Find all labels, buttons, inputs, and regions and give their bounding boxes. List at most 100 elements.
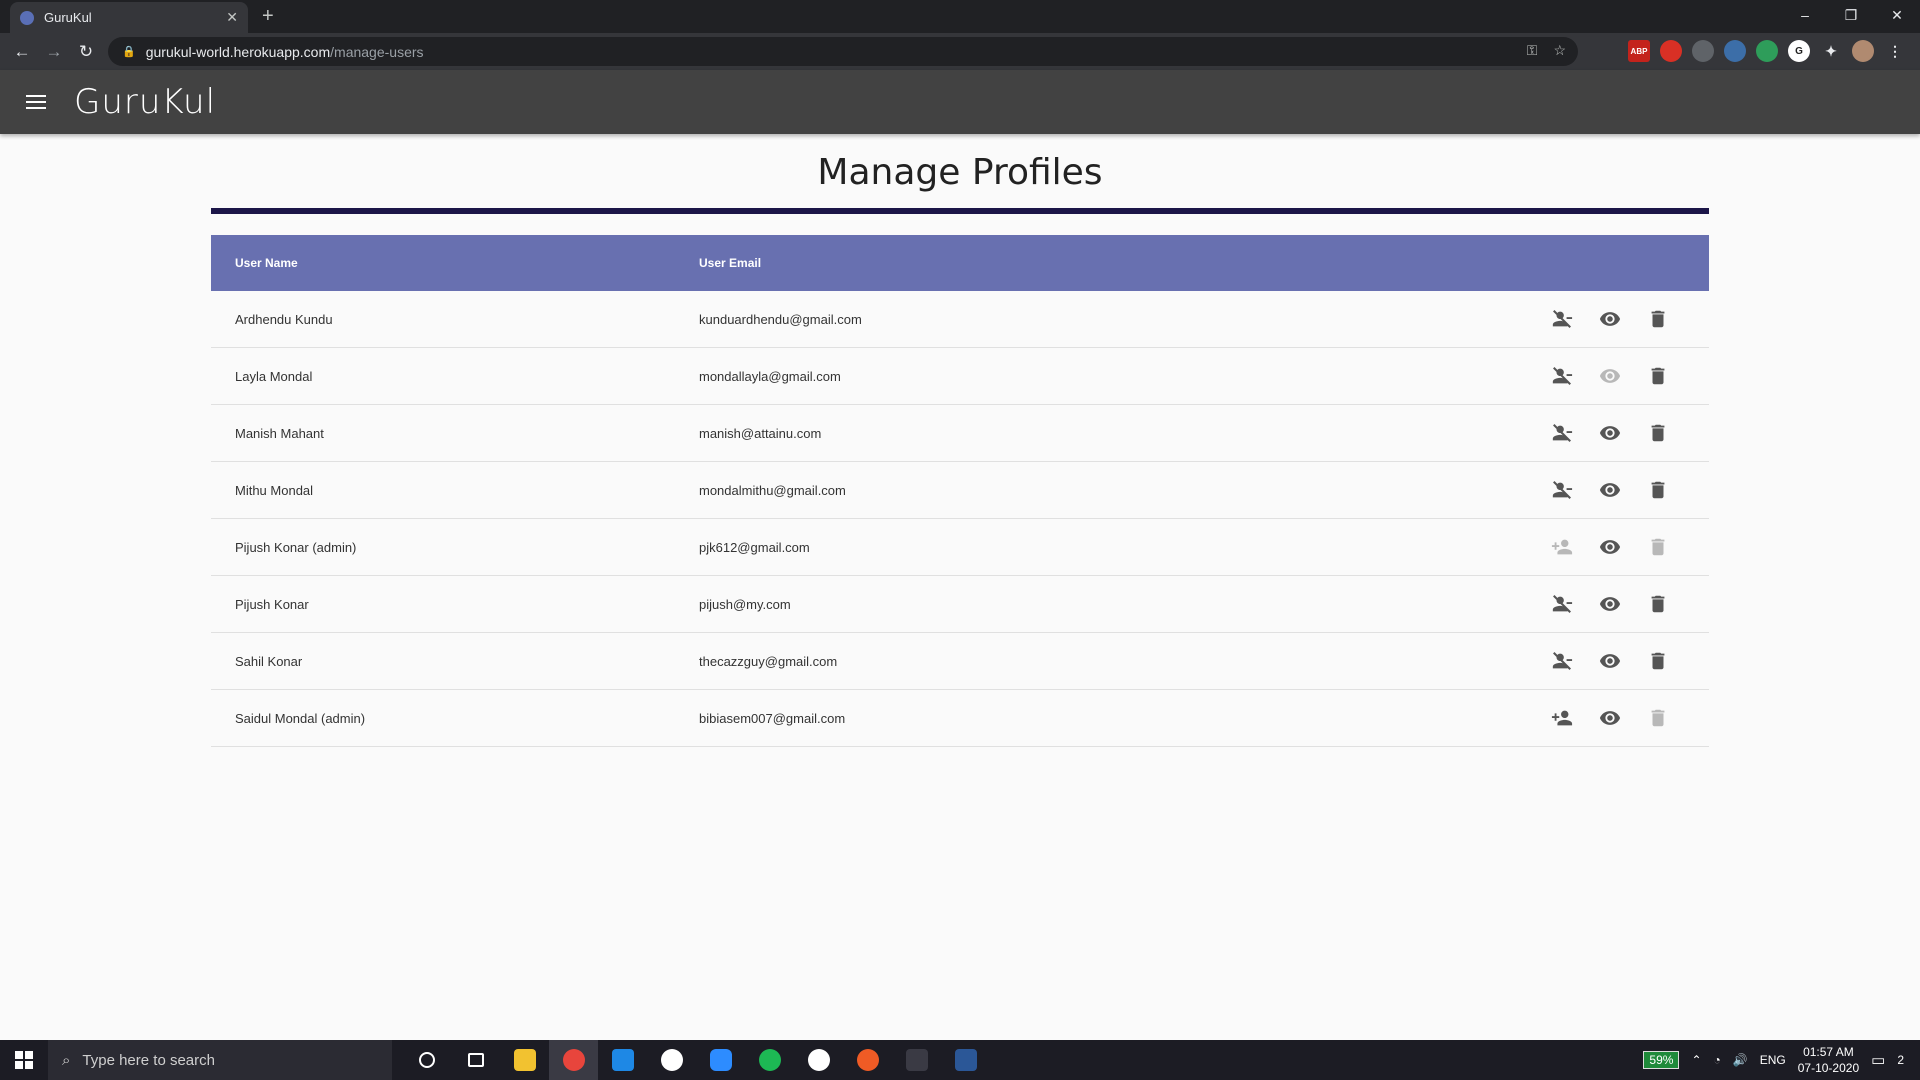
notification-center-icon[interactable]: ▭	[1871, 1051, 1885, 1069]
task-view-icon[interactable]	[451, 1040, 500, 1080]
clock-time: 01:57 AM	[1803, 1045, 1854, 1059]
header-user-email: User Email	[699, 256, 762, 270]
minimize-icon[interactable]: –	[1782, 0, 1828, 33]
user-email-cell: mondalmithu@gmail.com	[699, 482, 846, 498]
view-profile-icon[interactable]	[1599, 365, 1621, 387]
user-name-cell: Manish Mahant	[235, 425, 324, 441]
browser-tab[interactable]: GuruKul ✕	[10, 2, 248, 33]
user-email-cell: manish@attainu.com	[699, 425, 822, 441]
page-title: Manage Profiles	[817, 152, 1103, 193]
remove-admin-icon[interactable]	[1551, 593, 1573, 615]
new-tab-button[interactable]: +	[262, 5, 274, 28]
make-admin-icon[interactable]	[1551, 707, 1573, 729]
header-user-name: User Name	[235, 256, 298, 270]
row-actions	[1551, 707, 1709, 729]
address-bar[interactable]: 🔒 gurukul-world.herokuapp.com/manage-use…	[108, 37, 1578, 66]
user-email-cell: mondallayla@gmail.com	[699, 368, 841, 384]
window-close-icon[interactable]: ✕	[1874, 0, 1920, 33]
adblock-icon[interactable]: ABP	[1628, 40, 1650, 62]
browser-menu-icon[interactable]: ⋮	[1884, 40, 1906, 62]
extensions-puzzle-icon[interactable]: ✦	[1820, 40, 1842, 62]
tab-close-icon[interactable]: ✕	[226, 9, 238, 26]
view-profile-icon[interactable]	[1599, 308, 1621, 330]
user-email-cell: kunduardhendu@gmail.com	[699, 311, 862, 327]
clock-date: 07-10-2020	[1797, 1061, 1860, 1075]
delete-icon[interactable]	[1647, 422, 1669, 444]
brand-logo[interactable]: GuruKul	[74, 82, 216, 122]
bookmark-star-icon[interactable]: ☆	[1553, 42, 1566, 59]
chrome-icon[interactable]	[549, 1040, 598, 1080]
forward-icon[interactable]: →	[38, 42, 70, 62]
profile-avatar[interactable]	[1852, 40, 1874, 62]
view-profile-icon[interactable]	[1599, 593, 1621, 615]
delete-icon[interactable]	[1647, 650, 1669, 672]
app-header: GuruKul	[0, 70, 1920, 134]
extension-grey-icon[interactable]	[1692, 40, 1714, 62]
remove-admin-icon[interactable]	[1551, 365, 1573, 387]
prime-video-icon[interactable]	[892, 1040, 941, 1080]
view-profile-icon[interactable]	[1599, 479, 1621, 501]
view-profile-icon[interactable]	[1599, 707, 1621, 729]
row-actions	[1551, 365, 1709, 387]
row-actions	[1551, 422, 1709, 444]
cortana-icon[interactable]	[402, 1040, 451, 1080]
delete-icon[interactable]	[1647, 707, 1669, 729]
search-icon: ⌕	[62, 1051, 71, 1069]
clock[interactable]: 01:57 AM 07-10-2020	[1798, 1044, 1859, 1076]
react-devtools-icon[interactable]	[1724, 40, 1746, 62]
view-profile-icon[interactable]	[1599, 536, 1621, 558]
user-email-cell: bibiasem007@gmail.com	[699, 710, 846, 726]
tab-title: GuruKul	[44, 10, 92, 25]
user-email-cell: pjk612@gmail.com	[699, 539, 810, 555]
wifi-icon[interactable]: ◔	[1714, 1053, 1721, 1067]
word-icon[interactable]	[941, 1040, 990, 1080]
users-table: User Name User Email Ardhendu Kundu kundu…	[211, 235, 1709, 747]
volume-icon[interactable]: 🔊	[1733, 1053, 1748, 1067]
vscode-icon[interactable]	[598, 1040, 647, 1080]
delete-icon[interactable]	[1647, 365, 1669, 387]
delete-icon[interactable]	[1647, 593, 1669, 615]
spotify-icon[interactable]	[745, 1040, 794, 1080]
chevron-up-icon[interactable]: ⌃	[1691, 1053, 1701, 1067]
taskbar-search-box[interactable]: ⌕ Type here to search	[48, 1040, 392, 1080]
zoom-icon[interactable]	[696, 1040, 745, 1080]
user-name-cell: Layla Mondal	[235, 368, 313, 384]
remove-admin-icon[interactable]	[1551, 650, 1573, 672]
view-profile-icon[interactable]	[1599, 422, 1621, 444]
user-email-cell: pijush@my.com	[699, 596, 791, 612]
delete-icon[interactable]	[1647, 479, 1669, 501]
language-indicator[interactable]: ENG	[1760, 1053, 1786, 1067]
file-explorer-icon[interactable]	[500, 1040, 549, 1080]
delete-icon[interactable]	[1647, 308, 1669, 330]
key-icon[interactable]: ⚿	[1527, 42, 1538, 59]
delete-icon[interactable]	[1647, 536, 1669, 558]
remove-admin-icon[interactable]	[1551, 422, 1573, 444]
extension-green-icon[interactable]	[1756, 40, 1778, 62]
remove-admin-icon[interactable]	[1551, 308, 1573, 330]
lock-icon: 🔒	[122, 46, 136, 58]
extension-red-icon[interactable]	[1660, 40, 1682, 62]
user-email-cell: thecazzguy@gmail.com	[699, 653, 838, 669]
restore-icon[interactable]: ❐	[1828, 0, 1874, 33]
hamburger-menu-icon[interactable]	[26, 91, 46, 113]
remove-admin-icon[interactable]	[1551, 479, 1573, 501]
battery-indicator[interactable]: 59%	[1643, 1051, 1680, 1069]
table-header: User Name User Email	[211, 235, 1709, 291]
browser-tab-strip: GuruKul ✕ + – ❐ ✕	[0, 0, 1920, 33]
table-row: Ardhendu Kundu kunduardhendu@gmail.com	[211, 291, 1709, 348]
postman-icon[interactable]	[843, 1040, 892, 1080]
reload-icon[interactable]: ↻	[70, 42, 102, 62]
windows-start-icon[interactable]	[0, 1051, 48, 1069]
system-tray: 59% ⌃ ◔ 🔊 ENG 01:57 AM 07-10-2020 ▭ 2	[1643, 1040, 1920, 1080]
table-row: Layla Mondal mondallayla@gmail.com	[211, 348, 1709, 405]
grammarly-icon[interactable]: G	[1788, 40, 1810, 62]
table-row: Saidul Mondal (admin) bibiasem007@gmail.c…	[211, 690, 1709, 747]
table-row: Manish Mahant manish@attainu.com	[211, 405, 1709, 462]
user-name-cell: Mithu Mondal	[235, 482, 314, 498]
mongodb-icon[interactable]	[794, 1040, 843, 1080]
view-profile-icon[interactable]	[1599, 650, 1621, 672]
table-row: Sahil Konar thecazzguy@gmail.com	[211, 633, 1709, 690]
back-icon[interactable]: ←	[6, 42, 38, 62]
slack-icon[interactable]	[647, 1040, 696, 1080]
make-admin-icon[interactable]	[1551, 536, 1573, 558]
